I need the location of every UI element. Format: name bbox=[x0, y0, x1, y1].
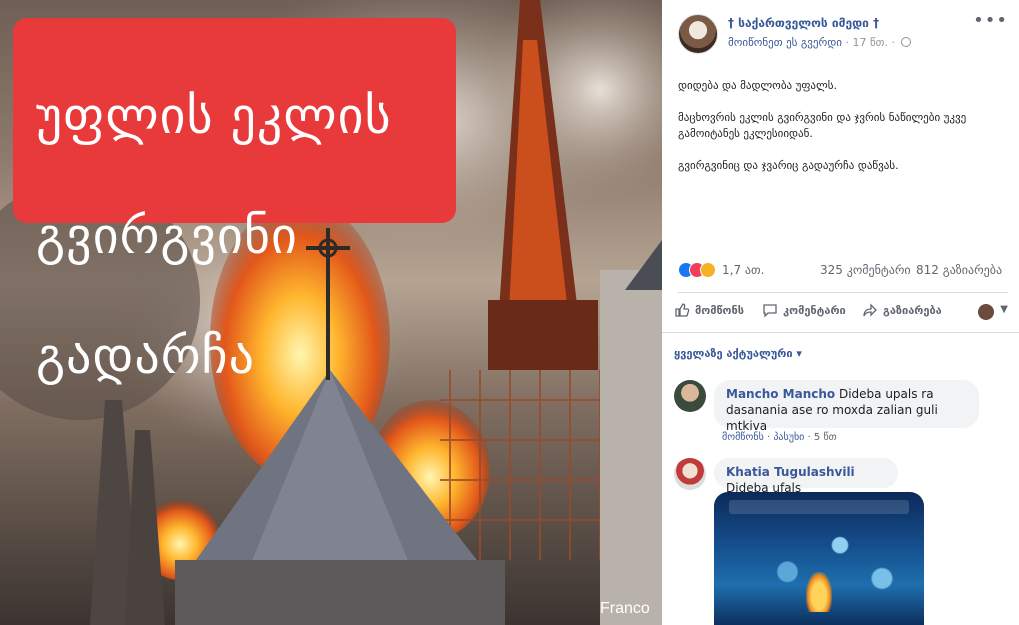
more-options-icon[interactable]: ••• bbox=[973, 12, 1008, 30]
reactions-count[interactable]: 1,7 ათ. bbox=[722, 263, 764, 277]
commenter-avatar[interactable] bbox=[674, 380, 706, 412]
share-icon bbox=[863, 303, 877, 317]
shares-count[interactable]: 812 გაზიარება bbox=[916, 263, 1002, 277]
comment-attached-image[interactable] bbox=[714, 492, 924, 625]
post-meta: მოიწონეთ ეს გვერდი · 17 წთ. · bbox=[728, 36, 912, 49]
headline-line-2: გვირგვინი bbox=[36, 207, 298, 265]
comment-button[interactable]: კომენტარი bbox=[762, 302, 846, 318]
comment-bubble: Mancho Mancho Dideba upals ra dasanania … bbox=[714, 380, 979, 433]
thumbs-up-icon bbox=[675, 303, 690, 317]
post-paragraph-2: მაცხოვრის ეკლის გვირგვინი და ჯვრის ნაწილ… bbox=[678, 111, 967, 140]
like-page-link[interactable]: მოიწონეთ ეს გვერდი bbox=[728, 36, 842, 49]
comment-actions: მომწონს · პასუხი · 5 წთ bbox=[722, 432, 837, 443]
post-header: † საქართველოს იმედი † მოიწონეთ ეს გვერდი… bbox=[678, 12, 1008, 58]
comment-icon bbox=[763, 304, 777, 318]
share-button-label: გაზიარება bbox=[883, 303, 942, 317]
sad-reaction-icon[interactable] bbox=[700, 262, 716, 278]
comment-time[interactable]: 5 წთ bbox=[814, 432, 837, 443]
caret-down-icon[interactable]: ▼ bbox=[1000, 304, 1008, 315]
comment-author[interactable]: Khatia Tugulashvili bbox=[726, 465, 855, 479]
headline-line-3: გადარჩა bbox=[36, 327, 256, 385]
meta-separator-2: · bbox=[891, 36, 899, 49]
post-actions: მომწონს კომენტარი გაზიარება ▼ bbox=[674, 298, 1008, 326]
page-avatar[interactable] bbox=[678, 14, 718, 54]
comment-bubble: Khatia Tugulashvili Dideba ufals bbox=[714, 458, 898, 495]
post-text: დიდება და მადლობა უფალს. მაცხოვრის ეკლის… bbox=[678, 78, 1008, 190]
globe-icon bbox=[901, 37, 912, 47]
photo-credit: Franco bbox=[600, 600, 650, 617]
post-paragraph-3: გვირგვინიც და ჯვარიც გადაურჩა დაწვას. bbox=[678, 159, 899, 172]
share-button[interactable]: გაზიარება bbox=[862, 302, 942, 318]
post-time[interactable]: 17 წთ. bbox=[852, 36, 888, 49]
like-button-label: მომწონს bbox=[695, 303, 745, 317]
comment-like-link[interactable]: მომწონს bbox=[722, 432, 764, 443]
page-name-link[interactable]: † საქართველოს იმედი † bbox=[728, 16, 879, 30]
comments-count[interactable]: 325 კომენტარი bbox=[820, 263, 911, 277]
comments-sort-dropdown[interactable]: ყველაზე აქტუალური ▾ bbox=[674, 347, 802, 360]
commenter-avatar-selector[interactable] bbox=[978, 304, 994, 320]
image-glow bbox=[806, 572, 832, 612]
comment-author[interactable]: Mancho Mancho bbox=[726, 387, 835, 401]
comment-button-label: კომენტარი bbox=[783, 303, 846, 317]
headline-line-1: უფლის ეკლის bbox=[36, 87, 392, 145]
commenter-avatar[interactable] bbox=[674, 458, 706, 490]
post-side-panel: † საქართველოს იმედი † მოიწონეთ ეს გვერდი… bbox=[662, 0, 1019, 625]
post-paragraph-1: დიდება და მადლობა უფალს. bbox=[678, 79, 837, 92]
divider bbox=[678, 292, 1008, 293]
image-watermark-banner bbox=[729, 500, 909, 514]
post-photo[interactable]: უფლის ეკლის გვირგვინი გადარჩა Franco bbox=[0, 0, 662, 625]
comment-reply-link[interactable]: პასუხი bbox=[773, 432, 804, 443]
divider bbox=[662, 332, 1019, 333]
headline-text: უფლის ეკლის გვირგვინი გადარჩა bbox=[36, 26, 392, 446]
reactions-summary: 1,7 ათ. 325 კომენტარი 812 გაზიარება bbox=[678, 262, 1008, 280]
like-button[interactable]: მომწონს bbox=[674, 302, 744, 318]
